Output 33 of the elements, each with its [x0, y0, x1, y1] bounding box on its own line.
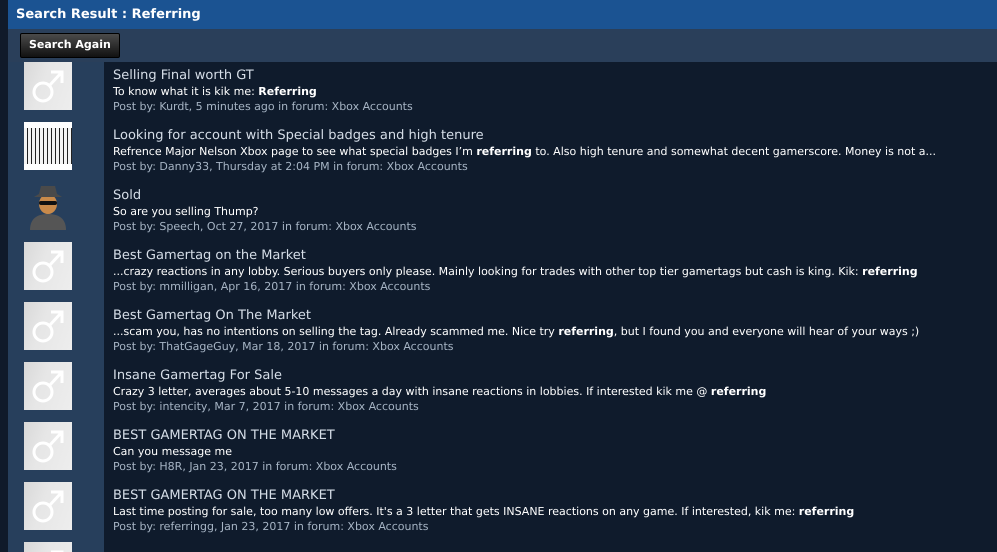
result-title-link[interactable]: Sold — [113, 188, 142, 204]
result-title-link[interactable]: BEST GAMERTAG ON THE MARKET — [113, 488, 335, 504]
search-again-button[interactable]: Search Again — [20, 33, 120, 58]
male-symbol-icon — [31, 368, 65, 404]
result-meta: Post by: referringg, Jan 23, 2017 in forum: Xbox Accounts — [113, 520, 428, 534]
result-meta: Post by: H8R, Jan 23, 2017 in forum: Xbox Accounts — [113, 460, 397, 474]
result-title-link[interactable]: Selling Final worth GT — [113, 68, 254, 84]
result-meta: Post by: ThatGageGuy, Mar 18, 2017 in forum: Xbox Accounts — [113, 340, 454, 354]
male-symbol-icon — [31, 428, 65, 464]
result-snippet: ...crazy reactions in any lobby. Serious buyers only please. Mainly looking for trades with other top tier gamertags but cash is king. Kik: referring — [113, 264, 918, 280]
result-snippet: Crazy 3 letter, averages about 5-10 messages a day with insane reactions in lobbies. If interested kik me @ referring — [113, 384, 766, 400]
result-snippet: ...scam you, has no intentions on selling the tag. Already scammed me. Nice try referring, but I found you and everyone will hear of your ways ;) — [113, 324, 920, 340]
male-symbol-icon — [31, 248, 65, 284]
male-symbol-icon — [31, 488, 65, 524]
result-meta: Post by: Kurdt, 5 minutes ago in forum: Xbox Accounts — [113, 100, 413, 114]
result-meta: Post by: Danny33, Thursday at 2:04 PM in forum: Xbox Accounts — [113, 160, 468, 174]
result-title-link[interactable]: BEST GAMERTAG ON THE MARKET — [113, 428, 335, 444]
result-title-link[interactable]: Insane Gamertag For Sale — [113, 368, 282, 384]
male-symbol-icon — [31, 308, 65, 344]
result-title-link[interactable]: Looking for account with Special badges and high tenure — [113, 128, 484, 144]
result-snippet: Last time posting for sale, too many low offers. It's a 3 letter that gets INSANE reactions on any game. If interested, kik me: referring — [113, 504, 854, 520]
result-snippet: To know what it is kik me: Referring — [113, 84, 317, 100]
result-meta: Post by: intencity, Mar 7, 2017 in forum: Xbox Accounts — [113, 400, 419, 414]
result-meta: Post by: mmilligan, Apr 16, 2017 in forum: Xbox Accounts — [113, 280, 430, 294]
male-symbol-icon — [31, 68, 65, 104]
result-snippet: Can you message me — [113, 444, 232, 460]
result-snippet: Refrence Major Nelson Xbox page to see what special badges I’m referring to. Also high tenure and somewhat decent gamerscore. Money is not a... — [113, 144, 936, 160]
header-title: Search Result : Referring — [16, 6, 201, 24]
result-title-link[interactable]: Best Gamertag on the Market — [113, 248, 306, 264]
logo-avatar — [24, 122, 72, 170]
result-title-link[interactable]: Best Gamertag On The Market — [113, 308, 312, 324]
result-snippet: So are you selling Thump? — [113, 204, 259, 220]
result-meta: Post by: Speech, Oct 27, 2017 in forum: Xbox Accounts — [113, 220, 417, 234]
